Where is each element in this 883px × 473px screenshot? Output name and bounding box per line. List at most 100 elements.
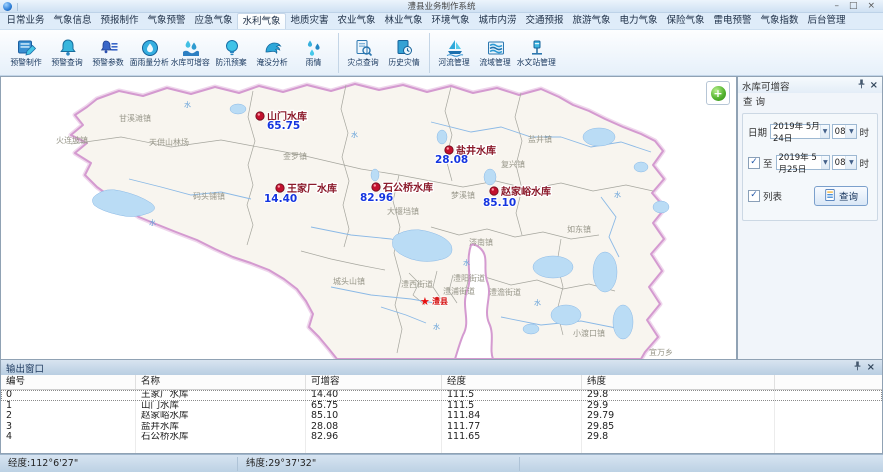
table-cell-filler	[775, 443, 882, 454]
town-label: 复兴镇	[501, 159, 525, 169]
toolbar-button-alert-search[interactable]: 预警查询	[47, 36, 88, 69]
county-map[interactable]: 水水水水水水水 甘溪滩镇火连坡镇天供山林场金罗镇盐井镇码头铺镇复兴镇梦溪镇大堰垱…	[1, 77, 736, 359]
menu-tab-应急气象[interactable]: 应急气象	[190, 13, 237, 29]
output-window: 输出窗口 × 编号名称可增容经度纬度0王家厂水库14.40111.529.81山…	[0, 360, 883, 454]
menu-tab-水利气象[interactable]: 水利气象	[237, 13, 286, 29]
add-layer-button[interactable]: +	[706, 81, 730, 105]
toolbar-button-history-disaster[interactable]: 历史灾情	[384, 36, 425, 69]
hour-from-select[interactable]: 08 ▼	[832, 124, 858, 139]
output-close-icon[interactable]: ×	[867, 363, 875, 372]
reservoir-marker-highlight	[447, 147, 449, 149]
close-button[interactable]: ×	[867, 1, 875, 12]
list-checkbox[interactable]: ✓	[748, 190, 760, 202]
table-row[interactable]: 4石公桥水库82.96111.6529.8	[1, 432, 882, 443]
table-cell: 山门水库	[136, 401, 306, 412]
menu-tab-电力气象[interactable]: 电力气象	[615, 13, 662, 29]
table-cell: 111.77	[442, 422, 582, 433]
toolbar-button-disaster-search[interactable]: 灾点查询	[343, 36, 384, 69]
chevron-down-icon[interactable]: ▼	[845, 125, 856, 138]
toolbar-separator	[338, 33, 339, 73]
table-cell: 王家厂水库	[136, 390, 306, 401]
toolbar-button-river-manage[interactable]: 河流管理	[434, 36, 475, 69]
reservoir-marker-icon[interactable]	[256, 112, 264, 120]
menu-tab-城市内涝[interactable]: 城市内涝	[474, 13, 521, 29]
toolbar-button-alert-params[interactable]: 预警参数	[88, 36, 129, 69]
table-row[interactable]: 0王家厂水库14.40111.529.8	[1, 390, 882, 401]
town-label: 甘溪滩镇	[119, 113, 151, 123]
pin-icon[interactable]	[857, 79, 866, 92]
reservoir-marker-icon[interactable]	[490, 187, 498, 195]
reservoir-marker-icon[interactable]	[372, 183, 380, 191]
town-label: 梦溪镇	[451, 190, 475, 200]
table-cell-filler	[775, 401, 882, 412]
date-to-row: ✓ 至 2019年 5月25日 ▼ 08 ▼ 时	[748, 155, 872, 170]
chevron-down-icon[interactable]: ▼	[820, 125, 828, 138]
table-cell: 2	[1, 411, 136, 422]
list-query-row: ✓ 列表 查询	[748, 186, 872, 206]
toolbar-button-rain-info[interactable]: 雨情	[293, 36, 334, 69]
maximize-button[interactable]: □	[849, 1, 858, 12]
table-cell: 盐井水库	[136, 422, 306, 433]
table-header-row: 编号名称可增容经度纬度	[1, 375, 882, 390]
menu-tab-预报制作[interactable]: 预报制作	[96, 13, 143, 29]
table-row[interactable]: 2赵家峪水库85.10111.8429.79	[1, 411, 882, 422]
chevron-down-icon[interactable]: ▼	[821, 156, 828, 169]
basin-manage-icon	[486, 36, 506, 58]
menu-tab-后台管理[interactable]: 后台管理	[803, 13, 850, 29]
menu-tab-地质灾害[interactable]: 地质灾害	[286, 13, 333, 29]
toolbar-button-basin-manage[interactable]: 流域管理	[475, 36, 516, 69]
toolbar-button-submerge-analysis[interactable]: 淹没分析	[252, 36, 293, 69]
reservoir-marker-icon[interactable]	[445, 146, 453, 154]
column-header-filler	[775, 375, 882, 389]
menu-tab-交通预报[interactable]: 交通预报	[521, 13, 568, 29]
minimize-button[interactable]: –	[834, 1, 839, 12]
hour-to-select[interactable]: 08 ▼	[832, 155, 858, 170]
menu-tab-林业气象[interactable]: 林业气象	[380, 13, 427, 29]
flood-plan-icon	[222, 36, 242, 58]
chevron-down-icon[interactable]: ▼	[845, 156, 856, 169]
menu-tab-气象信息[interactable]: 气象信息	[49, 13, 96, 29]
alert-search-icon	[58, 36, 78, 58]
river-manage-icon	[445, 36, 465, 58]
toolbar-button-label: 预警制作	[11, 58, 42, 68]
table-row[interactable]: 1山门水库65.75111.529.9	[1, 401, 882, 412]
table-cell: 111.5	[442, 401, 582, 412]
menu-tab-雷电预警[interactable]: 雷电预警	[709, 13, 756, 29]
menu-tab-气象预警[interactable]: 气象预警	[143, 13, 190, 29]
river-name-char: 水	[534, 298, 541, 307]
menu-tab-旅游气象[interactable]: 旅游气象	[568, 13, 615, 29]
date-to-value: 2019年 5月25日	[779, 151, 822, 175]
column-header-名称[interactable]: 名称	[136, 375, 306, 389]
column-header-纬度[interactable]: 纬度	[582, 375, 775, 389]
toolbar-button-hydro-station[interactable]: 水文站管理	[516, 36, 557, 69]
query-button[interactable]: 查询	[814, 186, 868, 206]
date-from-select[interactable]: 2019年 5月24日 ▼	[770, 124, 830, 139]
toolbar-button-area-rainfall[interactable]: 面雨量分析	[129, 36, 170, 69]
table-row[interactable]: 3盐井水库28.08111.7729.85	[1, 422, 882, 433]
map-panel[interactable]: 水水水水水水水 甘溪滩镇火连坡镇天供山林场金罗镇盐井镇码头铺镇复兴镇梦溪镇大堰垱…	[0, 76, 737, 360]
menu-tab-环境气象[interactable]: 环境气象	[427, 13, 474, 29]
reservoir-marker-icon[interactable]	[276, 184, 284, 192]
table-cell-filler	[775, 411, 882, 422]
to-checkbox[interactable]: ✓	[748, 157, 760, 169]
toolbar-button-label: 历史灾情	[389, 58, 420, 68]
query-button-icon	[824, 188, 836, 205]
column-header-经度[interactable]: 经度	[442, 375, 582, 389]
output-table[interactable]: 编号名称可增容经度纬度0王家厂水库14.40111.529.81山门水库65.7…	[1, 375, 882, 453]
reservoir-value: 28.08	[435, 154, 468, 166]
toolbar-button-flood-plan[interactable]: 防汛预案	[211, 36, 252, 69]
table-cell: 82.96	[306, 432, 442, 443]
town-label: 宜万乡	[649, 347, 673, 357]
menu-tab-农业气象[interactable]: 农业气象	[333, 13, 380, 29]
column-header-编号[interactable]: 编号	[1, 375, 136, 389]
panel-close-icon[interactable]: ×	[870, 81, 878, 90]
pin-icon[interactable]	[853, 361, 862, 374]
column-header-可增容[interactable]: 可增容	[306, 375, 442, 389]
menu-tab-保险气象[interactable]: 保险气象	[662, 13, 709, 29]
menu-tab-日常业务[interactable]: 日常业务	[2, 13, 49, 29]
menu-tab-气象指数[interactable]: 气象指数	[756, 13, 803, 29]
hour-from-value: 08	[835, 127, 846, 137]
date-to-select[interactable]: 2019年 5月25日 ▼	[776, 155, 830, 170]
toolbar-button-reservoir-capacity[interactable]: 水库可增容	[170, 36, 211, 69]
toolbar-button-alert-edit[interactable]: 预警制作	[6, 36, 47, 69]
